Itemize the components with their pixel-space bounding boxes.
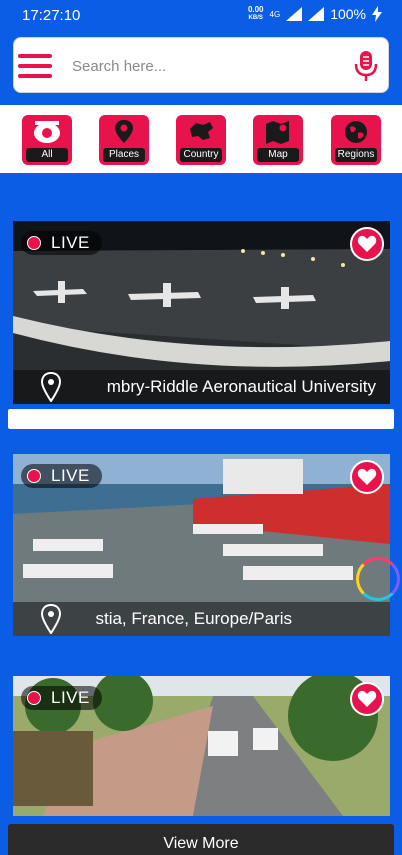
camera-card[interactable]: LIVE xyxy=(13,676,390,816)
live-badge: LIVE xyxy=(21,686,102,710)
map-pin-icon xyxy=(99,119,149,147)
live-dot-icon xyxy=(27,691,41,705)
category-country[interactable]: Country xyxy=(176,115,226,165)
signal-icon-2 xyxy=(308,7,325,21)
category-label: Map xyxy=(257,148,299,162)
location-text: stia, France, Europe/Paris xyxy=(95,609,292,628)
network-speed: 0.00 KB/S xyxy=(248,6,264,22)
hamburger-icon[interactable] xyxy=(18,50,54,80)
map-icon xyxy=(253,119,303,147)
heart-icon xyxy=(357,468,377,485)
location-bar: mbry-Riddle Aeronautical University xyxy=(13,370,390,404)
heart-icon xyxy=(357,235,377,252)
view-more-button[interactable]: View More xyxy=(8,824,394,855)
live-badge: LIVE xyxy=(21,464,102,488)
live-label: LIVE xyxy=(51,233,90,252)
search-box xyxy=(13,37,389,93)
category-panel: All Places Country Map Regions xyxy=(0,105,402,173)
loading-spinner-icon xyxy=(356,557,400,601)
category-all[interactable]: All xyxy=(22,115,72,165)
favorite-button[interactable] xyxy=(350,227,384,261)
status-time: 17:27:10 xyxy=(22,7,81,24)
category-regions[interactable]: Regions xyxy=(331,115,381,165)
location-text: mbry-Riddle Aeronautical University xyxy=(106,377,376,396)
live-label: LIVE xyxy=(51,466,90,485)
search-input[interactable] xyxy=(72,52,332,80)
camera-card[interactable]: LIVE mbry-Riddle Aeronautical University xyxy=(13,221,390,404)
favorite-button[interactable] xyxy=(350,682,384,716)
signal-icon xyxy=(286,7,303,21)
heart-icon xyxy=(357,690,377,707)
divider-strip xyxy=(8,409,394,429)
live-dot-icon xyxy=(27,236,41,250)
battery-percent: 100% xyxy=(330,6,366,22)
live-label: LIVE xyxy=(51,688,90,707)
camera-icon xyxy=(22,119,72,147)
live-badge: LIVE xyxy=(21,231,102,255)
globe-icon xyxy=(331,119,381,147)
category-label: Places xyxy=(103,148,145,162)
category-places[interactable]: Places xyxy=(99,115,149,165)
search-bar-container xyxy=(0,33,402,95)
category-label: Regions xyxy=(335,148,377,162)
country-map-icon xyxy=(176,119,226,147)
category-label: All xyxy=(26,148,68,162)
category-map[interactable]: Map xyxy=(253,115,303,165)
camera-card[interactable]: LIVE stia, France, Europe/Paris xyxy=(13,454,390,636)
network-speed-value: 0.00 xyxy=(247,5,264,14)
status-icons: 0.00 KB/S 4G 100% xyxy=(248,6,382,22)
network-speed-unit: KB/S xyxy=(248,15,263,21)
live-dot-icon xyxy=(27,469,41,483)
category-label: Country xyxy=(180,148,222,162)
location-bar: stia, France, Europe/Paris xyxy=(13,602,390,636)
status-bar: 17:27:10 0.00 KB/S 4G 100% xyxy=(0,0,402,33)
favorite-button[interactable] xyxy=(350,460,384,494)
charging-bolt-icon xyxy=(372,6,382,22)
network-type: 4G xyxy=(269,9,281,19)
microphone-icon[interactable] xyxy=(354,50,378,82)
